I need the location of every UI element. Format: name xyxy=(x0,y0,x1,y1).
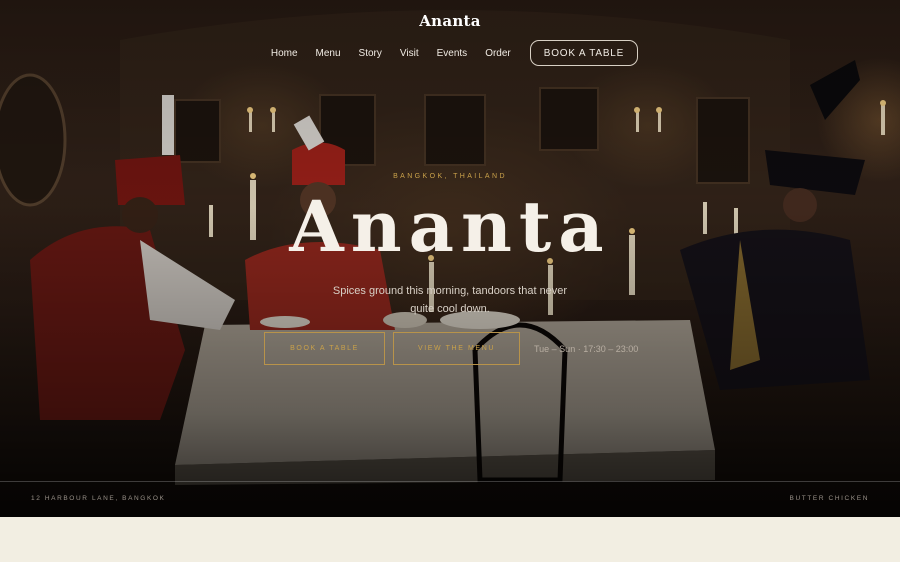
hero-location: BANGKOK, THAILAND xyxy=(393,173,507,180)
main-nav: Home Menu Story Visit Events Order BOOK … xyxy=(0,40,900,66)
nav-visit[interactable]: Visit xyxy=(400,48,419,59)
nav-events[interactable]: Events xyxy=(437,48,468,59)
hero-cta-group: BOOK A TABLE VIEW THE MENU Tue – Sun · 1… xyxy=(264,332,638,365)
hero-divider xyxy=(0,481,900,482)
next-section xyxy=(0,517,900,562)
nav-menu[interactable]: Menu xyxy=(316,48,341,59)
nav-book-table-button[interactable]: BOOK A TABLE xyxy=(529,40,639,66)
book-table-button[interactable]: BOOK A TABLE xyxy=(264,332,385,365)
hero-title: Ananta xyxy=(289,185,611,268)
view-menu-button[interactable]: VIEW THE MENU xyxy=(393,332,520,365)
nav-home[interactable]: Home xyxy=(271,48,298,59)
nav-story[interactable]: Story xyxy=(359,48,382,59)
nav-order[interactable]: Order xyxy=(485,48,511,59)
hero-address: 12 HARBOUR LANE, BANGKOK xyxy=(31,495,166,502)
hero-section: Ananta Home Menu Story Visit Events Orde… xyxy=(0,0,900,517)
hero-feature-dish: BUTTER CHICKEN xyxy=(789,495,869,502)
hero-tagline: Spices ground this morning, tandoors tha… xyxy=(332,285,568,315)
opening-hours: Tue – Sun · 17:30 – 23:00 xyxy=(534,343,639,354)
brand-logo[interactable]: Ananta xyxy=(0,12,900,30)
